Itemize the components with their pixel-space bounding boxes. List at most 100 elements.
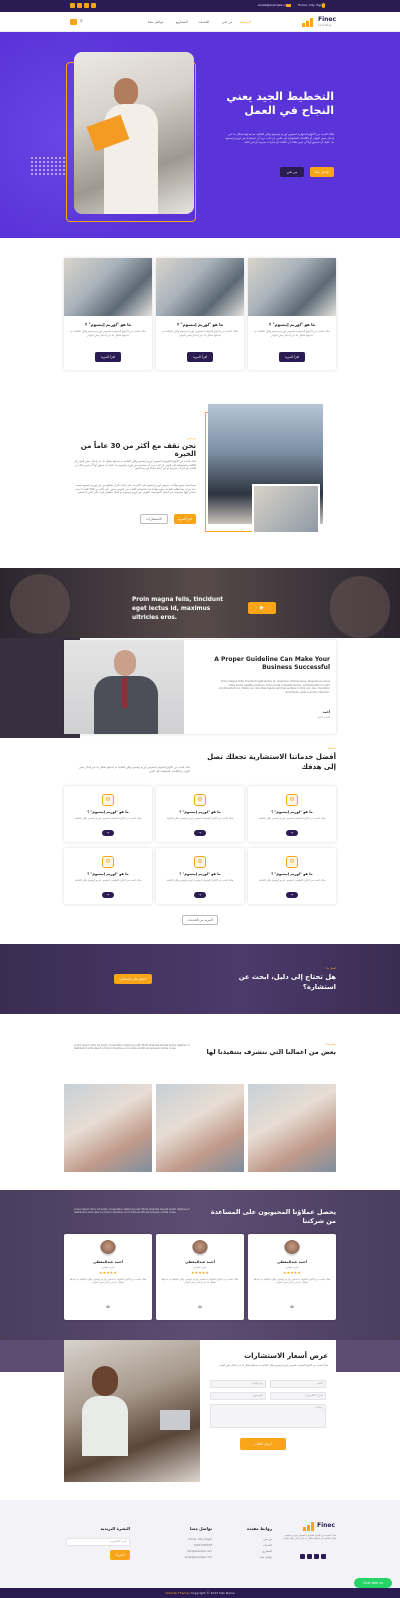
banner-section: Proin magna felis, tincidunt eget lectus… xyxy=(0,568,400,638)
star-icon: ★ xyxy=(113,1270,117,1275)
service-icon: ⚙ xyxy=(102,856,114,868)
feature-button[interactable]: اقرأ المزيد xyxy=(187,352,213,362)
services-description: هناك العديد من الأنواع المتوفرة لنصوص لو… xyxy=(79,766,190,773)
subject-field[interactable]: الموضوع xyxy=(210,1392,266,1400)
top-bar: email@example.com Home, City, Egypt xyxy=(0,0,400,12)
footer-link[interactable]: من نحن xyxy=(220,1538,272,1541)
logo-icon xyxy=(302,17,316,27)
arrow-button[interactable]: → xyxy=(102,830,114,836)
about-secondary-button[interactable]: الاستشارات xyxy=(140,514,168,524)
arrow-button[interactable]: → xyxy=(194,830,206,836)
services-more-button[interactable]: المزيد من الخدمات xyxy=(182,915,218,925)
nav-projects[interactable]: المشاريع xyxy=(176,20,188,24)
email-field[interactable]: البريد الإلكتروني xyxy=(270,1392,326,1400)
name-field[interactable]: الاسم xyxy=(270,1380,326,1388)
copyright-link[interactable]: Al3arab Themes xyxy=(165,1591,189,1595)
arrow-button[interactable]: → xyxy=(286,892,298,898)
footer-contact-item[interactable]: email@example.com xyxy=(150,1556,212,1559)
arrow-button[interactable]: → xyxy=(102,892,114,898)
testimonial-name: أحمد عبدالمعطي xyxy=(185,1260,215,1264)
nav-home[interactable]: الرئيسية xyxy=(240,20,251,24)
service-title: ما هو "لوريم إيبسوم" ؟ xyxy=(179,872,221,876)
projects-section: مشاريعنا بعض من اعمالنا التي نتشرف بتنفي… xyxy=(0,1014,400,1190)
quote-submit-button[interactable]: أرسل الطلب xyxy=(240,1438,286,1450)
footer-link[interactable]: المشاريع xyxy=(220,1550,272,1553)
footer-contact-title: تواصل معنا xyxy=(189,1526,212,1531)
phone-field[interactable]: رقم الهاتف xyxy=(210,1380,266,1388)
footer-logo-icon xyxy=(303,1522,315,1531)
facebook-icon[interactable] xyxy=(70,3,75,8)
project-image[interactable] xyxy=(156,1084,244,1172)
service-description: هناك العديد من الأنواع المتوفرة لنصوص لو… xyxy=(258,817,326,820)
footer-link[interactable]: الخدمات xyxy=(220,1544,272,1547)
service-title: ما هو "لوريم إيبسوم" ؟ xyxy=(271,872,313,876)
service-card: ⚙ ما هو "لوريم إيبسوم" ؟ هناك العديد من ال… xyxy=(156,848,244,904)
project-image[interactable] xyxy=(248,1084,336,1172)
about-title: نحن نقف مع أكثر من 30 عاماً من الخبرة xyxy=(80,442,196,458)
service-card: ⚙ ما هو "لوريم إيبسوم" ؟ هناك العديد من ال… xyxy=(248,786,336,842)
quote-icon: ❝ xyxy=(289,1304,295,1313)
service-description: هناك العديد من الأنواع المتوفرة لنصوص لو… xyxy=(74,879,142,882)
chevron-down-icon: ▾ xyxy=(162,21,164,24)
star-icon: ★ xyxy=(205,1270,209,1275)
service-description: هناك العديد من الأنواع المتوفرة لنصوص لو… xyxy=(258,879,326,882)
about-section: من نحن نحن نقف مع أكثر من 30 عاماً من ال… xyxy=(0,388,400,568)
hero-secondary-button[interactable]: من نحن xyxy=(280,167,304,177)
footer-contact-item: Home, City, Egypt xyxy=(188,1538,212,1541)
facebook-icon[interactable] xyxy=(300,1554,305,1559)
newsletter-input[interactable]: البريد الإلكتروني xyxy=(66,1538,130,1546)
feature-description: هناك العديد من الأنواع المتوفرة لنصوص لو… xyxy=(70,330,146,337)
footer-logo-name[interactable]: Finec xyxy=(317,1522,335,1529)
testimonials-description: Lorem ipsum dolor sit amet, consectetur … xyxy=(74,1208,191,1215)
arrow-button[interactable]: → xyxy=(286,830,298,836)
footer-link[interactable]: تواصل معنا xyxy=(220,1556,272,1559)
about-tag: من نحن xyxy=(186,436,196,440)
youtube-icon[interactable] xyxy=(321,1554,326,1559)
feature-title: ما هو "لوريم إيبسوم" ؟ xyxy=(84,322,132,327)
services-title: أفضل خدماتنا الاستشارية تجعلك تصل إلى هد… xyxy=(207,753,336,771)
banner-play-button[interactable]: ▶ xyxy=(248,602,276,614)
testimonial-text: هناك العديد من الأنواع المتوفرة لنصوص لو… xyxy=(161,1278,239,1285)
arrow-button[interactable]: → xyxy=(194,892,206,898)
chat-button[interactable]: Chat with us xyxy=(354,1578,392,1588)
topbar-email[interactable]: email@example.com xyxy=(258,3,290,7)
service-description: هناك العديد من الأنواع المتوفرة لنصوص لو… xyxy=(166,879,234,882)
testimonial-name: أحمد عبدالمعطي xyxy=(93,1260,123,1264)
feature-title: ما هو "لوريم إيبسوم" ؟ xyxy=(176,322,224,327)
hero-primary-button[interactable]: تواصل معنا xyxy=(310,167,334,177)
guide-card: A Proper Guideline Can Make Your Busines… xyxy=(64,640,336,734)
header: ⌕ تواصل معنا ▾ المشاريع الخدمات من نحن ا… xyxy=(0,12,400,32)
feature-image xyxy=(156,258,244,316)
guide-image xyxy=(64,640,184,734)
project-image[interactable] xyxy=(64,1084,152,1172)
footer-about: هناك العديد من الأنواع المتوفرة لنصوص لو… xyxy=(282,1534,336,1541)
menu-icon[interactable] xyxy=(70,19,77,25)
twitter-icon[interactable] xyxy=(307,1554,312,1559)
service-title: ما هو "لوريم إيبسوم" ؟ xyxy=(87,810,129,814)
nav-services[interactable]: الخدمات xyxy=(198,20,209,24)
projects-tag: مشاريعنا xyxy=(325,1042,336,1046)
feature-button[interactable]: اقرأ المزيد xyxy=(279,352,305,362)
footer: Finec هناك العديد من الأنواع المتوفرة لن… xyxy=(0,1500,400,1588)
cta-title: هل تحتاج إلى دليل، ابحث عن استشارة؟ xyxy=(238,973,336,991)
logo-tagline: Consulting xyxy=(318,24,332,27)
about-primary-button[interactable]: اقرأ المزيد xyxy=(174,514,196,524)
avatar xyxy=(192,1240,208,1256)
footer-contact-item[interactable]: 01012345678 xyxy=(150,1544,212,1547)
service-card: ⚙ ما هو "لوريم إيبسوم" ؟ هناك العديد من ال… xyxy=(64,786,152,842)
nav-about[interactable]: من نحن xyxy=(222,20,233,24)
feature-button[interactable]: اقرأ المزيد xyxy=(95,352,121,362)
instagram-icon[interactable] xyxy=(84,3,89,8)
cta-button[interactable]: احصل على استشارة xyxy=(114,974,152,984)
search-icon[interactable]: ⌕ xyxy=(80,18,83,24)
youtube-icon[interactable] xyxy=(91,3,96,8)
footer-contact-item[interactable]: info@example.com xyxy=(150,1550,212,1553)
service-title: ما هو "لوريم إيبسوم" ؟ xyxy=(179,810,221,814)
logo-name[interactable]: Finec xyxy=(318,16,336,23)
instagram-icon[interactable] xyxy=(314,1554,319,1559)
message-field[interactable]: رسالتك xyxy=(210,1404,326,1428)
twitter-icon[interactable] xyxy=(77,3,82,8)
nav-contact[interactable]: تواصل معنا xyxy=(148,20,163,24)
newsletter-button[interactable]: اشترك xyxy=(110,1550,130,1560)
feature-description: هناك العديد من الأنواع المتوفرة لنصوص لو… xyxy=(254,330,330,337)
